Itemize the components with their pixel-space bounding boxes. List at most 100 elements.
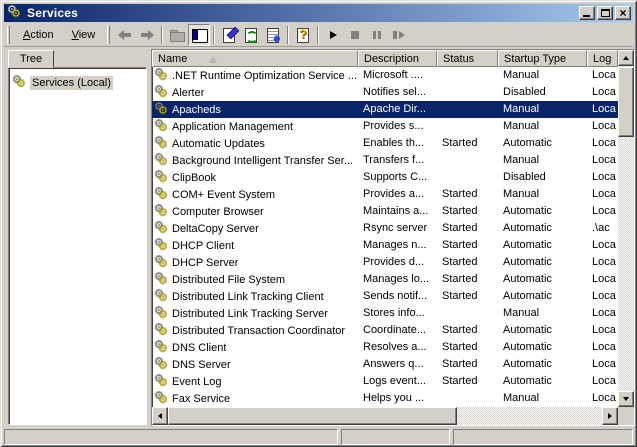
scroll-left-button[interactable] bbox=[152, 407, 168, 425]
maximize-button[interactable] bbox=[597, 6, 613, 20]
restart-service-button[interactable] bbox=[388, 24, 410, 46]
scroll-down-button[interactable] bbox=[618, 391, 634, 407]
service-row[interactable]: ApachedsApache Dir...ManualLoca bbox=[152, 101, 618, 118]
service-row[interactable]: ClipBookSupports C...DisabledLoca bbox=[152, 169, 618, 186]
service-row[interactable]: Background Intelligent Transfer Ser...Tr… bbox=[152, 152, 618, 169]
cell-description: Transfers f... bbox=[358, 152, 437, 169]
cell-status bbox=[437, 305, 498, 322]
cell-status bbox=[437, 390, 498, 407]
horizontal-scroll-thumb[interactable] bbox=[168, 407, 457, 425]
refresh-button[interactable] bbox=[240, 24, 262, 46]
show-hide-console-tree-icon bbox=[191, 27, 207, 43]
toolbar-separator bbox=[317, 26, 319, 44]
service-row[interactable]: DNS ClientResolves a...StartedAutomaticL… bbox=[152, 339, 618, 356]
refresh-icon bbox=[243, 27, 259, 43]
menu-action[interactable]: Action bbox=[14, 26, 63, 44]
column-header-description[interactable]: Description bbox=[358, 50, 437, 67]
cell-description: Resolves a... bbox=[358, 339, 437, 356]
service-gears-icon bbox=[154, 221, 170, 237]
service-row[interactable]: COM+ Event SystemProvides a...StartedMan… bbox=[152, 186, 618, 203]
forward-button[interactable] bbox=[136, 24, 158, 46]
service-gears-icon bbox=[154, 102, 170, 118]
help-button[interactable] bbox=[292, 24, 314, 46]
up-one-level-button[interactable] bbox=[166, 24, 188, 46]
properties-button[interactable] bbox=[218, 24, 240, 46]
service-name-label: Fax Service bbox=[172, 392, 230, 407]
service-row[interactable]: Distributed Link Tracking ClientSends no… bbox=[152, 288, 618, 305]
service-row[interactable]: .NET Runtime Optimization Service ...Mic… bbox=[152, 67, 618, 84]
service-row[interactable]: Event LogLogs event...StartedAutomaticLo… bbox=[152, 373, 618, 390]
statusbar-panel-2 bbox=[341, 429, 450, 445]
cell-log_on_as: Loca bbox=[587, 373, 618, 390]
cell-startup_type: Manual bbox=[498, 390, 587, 407]
toolbar-band-grip[interactable] bbox=[107, 26, 110, 44]
tree-item-services-local[interactable]: Services (Local) bbox=[12, 75, 146, 91]
cell-log_on_as: Loca bbox=[587, 152, 618, 169]
service-row[interactable]: DNS ServerAnswers q...StartedAutomaticLo… bbox=[152, 356, 618, 373]
column-header-status[interactable]: Status bbox=[437, 50, 498, 67]
cell-status: Started bbox=[437, 220, 498, 237]
vertical-scrollbar[interactable] bbox=[618, 50, 634, 407]
maximize-icon bbox=[601, 9, 610, 17]
pause-service-button[interactable] bbox=[366, 24, 388, 46]
menu-view[interactable]: View bbox=[63, 26, 105, 44]
cell-startup_type: Disabled bbox=[498, 84, 587, 101]
up-one-level-icon bbox=[169, 27, 185, 43]
cell-status bbox=[437, 84, 498, 101]
tab-tree[interactable]: Tree bbox=[8, 50, 54, 68]
show-hide-console-tree-button[interactable] bbox=[188, 24, 210, 46]
service-name-label: Event Log bbox=[172, 375, 222, 390]
service-row[interactable]: Automatic UpdatesEnables th...StartedAut… bbox=[152, 135, 618, 152]
cell-startup_type: Automatic bbox=[498, 322, 587, 339]
column-header-startup_type[interactable]: Startup Type bbox=[498, 50, 587, 67]
minimize-button[interactable] bbox=[579, 6, 595, 20]
start-service-button[interactable] bbox=[322, 24, 344, 46]
cell-description: Microsoft .... bbox=[358, 67, 437, 84]
column-header-name[interactable]: Name bbox=[152, 50, 358, 67]
service-row[interactable]: Computer BrowserMaintains a...StartedAut… bbox=[152, 203, 618, 220]
service-gears-icon bbox=[154, 119, 170, 135]
cell-startup_type: Manual bbox=[498, 67, 587, 84]
cell-log_on_as: Loca bbox=[587, 169, 618, 186]
titlebar[interactable]: Services × bbox=[4, 4, 633, 22]
service-gears-icon bbox=[154, 85, 170, 101]
service-row[interactable]: Distributed Transaction CoordinatorCoord… bbox=[152, 322, 618, 339]
cell-status: Started bbox=[437, 322, 498, 339]
service-row[interactable]: Fax ServiceHelps you ...ManualLoca bbox=[152, 390, 618, 407]
service-row[interactable]: AlerterNotifies sel...DisabledLoca bbox=[152, 84, 618, 101]
close-button[interactable]: × bbox=[615, 6, 631, 20]
service-row[interactable]: Distributed Link Tracking ServerStores i… bbox=[152, 305, 618, 322]
back-button[interactable] bbox=[114, 24, 136, 46]
scroll-up-button[interactable] bbox=[618, 50, 634, 66]
export-list-button[interactable] bbox=[262, 24, 284, 46]
cell-log_on_as: Loca bbox=[587, 356, 618, 373]
scroll-right-button[interactable] bbox=[602, 407, 618, 425]
service-gears-icon bbox=[154, 68, 170, 84]
cell-startup_type: Manual bbox=[498, 305, 587, 322]
cell-description: Apache Dir... bbox=[358, 101, 437, 118]
stop-service-button[interactable] bbox=[344, 24, 366, 46]
service-name-label: DeltaCopy Server bbox=[172, 222, 259, 237]
service-gears-icon bbox=[154, 391, 170, 407]
service-row[interactable]: DHCP ClientManages n...StartedAutomaticL… bbox=[152, 237, 618, 254]
cell-log_on_as: Loca bbox=[587, 118, 618, 135]
service-name-label: Computer Browser bbox=[172, 205, 264, 220]
cell-description: Manages lo... bbox=[358, 271, 437, 288]
service-name-label: DNS Client bbox=[172, 341, 226, 356]
service-name-label: COM+ Event System bbox=[172, 188, 275, 203]
services-gears-icon bbox=[12, 75, 28, 91]
vertical-scroll-thumb[interactable] bbox=[618, 67, 634, 137]
start-service-icon bbox=[325, 27, 341, 43]
cell-status bbox=[437, 101, 498, 118]
cell-name: DNS Server bbox=[152, 356, 358, 373]
cell-log_on_as: Loca bbox=[587, 339, 618, 356]
service-row[interactable]: DHCP ServerProvides d...StartedAutomatic… bbox=[152, 254, 618, 271]
service-row[interactable]: DeltaCopy ServerRsync serverStartedAutom… bbox=[152, 220, 618, 237]
service-row[interactable]: Distributed File SystemManages lo...Star… bbox=[152, 271, 618, 288]
cell-name: DHCP Client bbox=[152, 237, 358, 254]
column-header-log_on_as[interactable]: Log bbox=[587, 50, 618, 67]
service-row[interactable]: Application ManagementProvides s...Manua… bbox=[152, 118, 618, 135]
horizontal-scrollbar[interactable] bbox=[152, 407, 618, 425]
cell-log_on_as: Loca bbox=[587, 322, 618, 339]
menu-band-grip[interactable] bbox=[7, 26, 10, 44]
